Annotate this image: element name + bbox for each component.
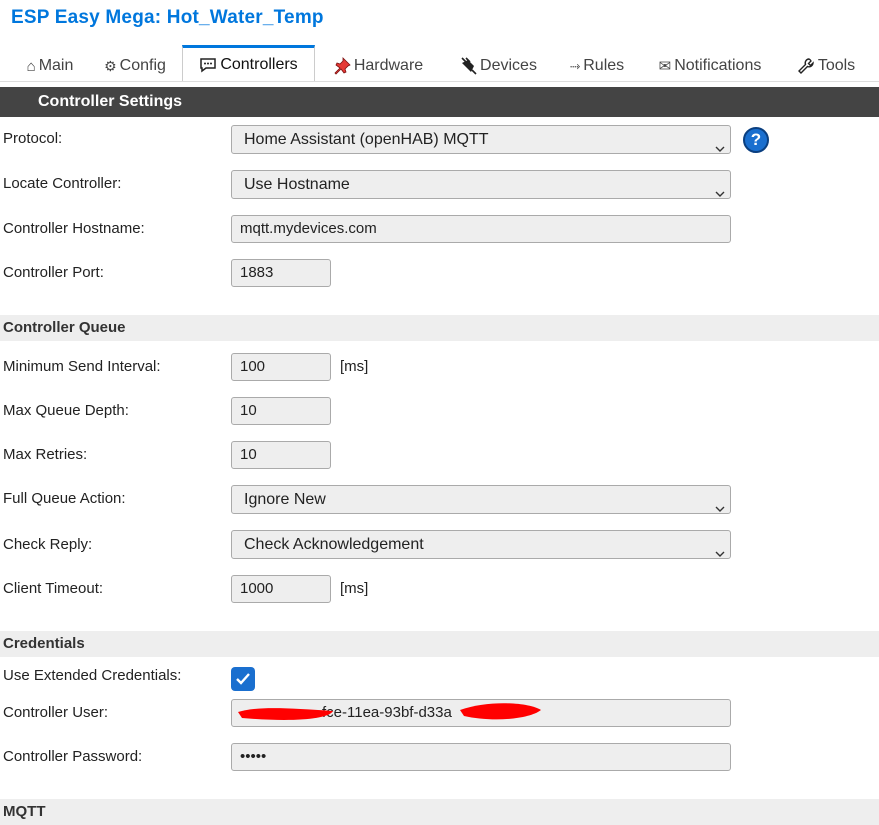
max-queue-depth-input[interactable]: 10 [231, 397, 331, 425]
controller-hostname-input[interactable]: mqtt.mydevices.com [231, 215, 731, 243]
redaction-mark [238, 703, 541, 720]
tab-devices[interactable]: Devices [459, 52, 537, 80]
chevron-down-icon [715, 540, 725, 567]
chevron-down-icon [715, 495, 725, 522]
arrow-icon: ⤑ [569, 58, 581, 73]
page-title: ESP Easy Mega: Hot_Water_Temp [11, 7, 324, 28]
max-retries-input[interactable]: 10 [231, 441, 331, 469]
tab-label: Devices [480, 57, 537, 74]
min-send-interval-label: Minimum Send Interval: [3, 358, 161, 375]
tab-label: Main [38, 57, 74, 74]
tab-label: Hardware [353, 57, 424, 74]
locate-controller-select[interactable]: Use Hostname [231, 170, 731, 199]
client-timeout-input[interactable]: 1000 [231, 575, 331, 603]
use-extended-credentials-checkbox[interactable] [231, 667, 255, 691]
tab-hardware[interactable]: Hardware [331, 52, 425, 80]
help-icon[interactable]: ? [743, 127, 769, 153]
locate-controller-value: Use Hostname [244, 176, 350, 193]
check-reply-value: Check Acknowledgement [244, 536, 424, 553]
tab-tools[interactable]: Tools [796, 52, 856, 80]
tab-main[interactable]: ⌂ Main [26, 52, 74, 80]
controller-hostname-label: Controller Hostname: [3, 220, 145, 237]
tab-controllers[interactable]: Controllers [182, 45, 315, 81]
chevron-down-icon [715, 135, 725, 162]
controller-port-input[interactable]: 1883 [231, 259, 331, 287]
chevron-down-icon [715, 180, 725, 207]
tab-label: Tools [817, 57, 856, 74]
section-credentials: Credentials [0, 631, 879, 657]
client-timeout-unit: [ms] [340, 580, 369, 597]
wrench-icon [797, 57, 815, 75]
tab-label: Config [119, 57, 166, 74]
protocol-select[interactable]: Home Assistant (openHAB) MQTT [231, 125, 731, 154]
tab-label: Rules [583, 57, 625, 74]
protocol-value: Home Assistant (openHAB) MQTT [244, 131, 489, 148]
max-queue-depth-label: Max Queue Depth: [3, 402, 129, 419]
full-queue-action-value: Ignore New [244, 491, 326, 508]
tab-label: Controllers [220, 55, 298, 73]
controller-port-label: Controller Port: [3, 264, 104, 281]
min-send-interval-input[interactable]: 100 [231, 353, 331, 381]
tab-bar: ⌂ Main ⚙ Config Controllers Hardware Dev… [0, 45, 879, 82]
checkmark-icon [236, 673, 250, 685]
plug-icon [459, 57, 477, 75]
check-reply-label: Check Reply: [3, 536, 93, 553]
controller-password-label: Controller Password: [3, 748, 143, 765]
controller-password-input[interactable]: ••••• [231, 743, 731, 771]
controller-user-label: Controller User: [3, 704, 109, 721]
gear-icon: ⚙ [104, 57, 117, 74]
tab-label: Notifications [674, 57, 762, 74]
protocol-label: Protocol: [3, 130, 63, 147]
chat-bubble-icon [199, 57, 217, 73]
section-mqtt: MQTT [0, 799, 879, 825]
locate-controller-label: Locate Controller: [3, 175, 122, 192]
client-timeout-label: Client Timeout: [3, 580, 104, 597]
full-queue-action-label: Full Queue Action: [3, 490, 126, 507]
home-icon: ⌂ [26, 57, 36, 75]
section-controller-settings: Controller Settings [0, 87, 879, 117]
check-reply-select[interactable]: Check Acknowledgement [231, 530, 731, 559]
envelope-icon: ✉ [658, 58, 672, 75]
max-retries-label: Max Retries: [3, 446, 88, 463]
tab-rules[interactable]: ⤑ Rules [569, 52, 625, 80]
min-send-interval-unit: [ms] [340, 358, 369, 375]
section-controller-queue: Controller Queue [0, 315, 879, 341]
full-queue-action-select[interactable]: Ignore New [231, 485, 731, 514]
use-extended-credentials-label: Use Extended Credentials: [3, 667, 182, 684]
tab-notifications[interactable]: ✉ Notifications [658, 52, 762, 80]
tab-config[interactable]: ⚙ Config [104, 52, 166, 80]
pushpin-icon [333, 57, 351, 75]
